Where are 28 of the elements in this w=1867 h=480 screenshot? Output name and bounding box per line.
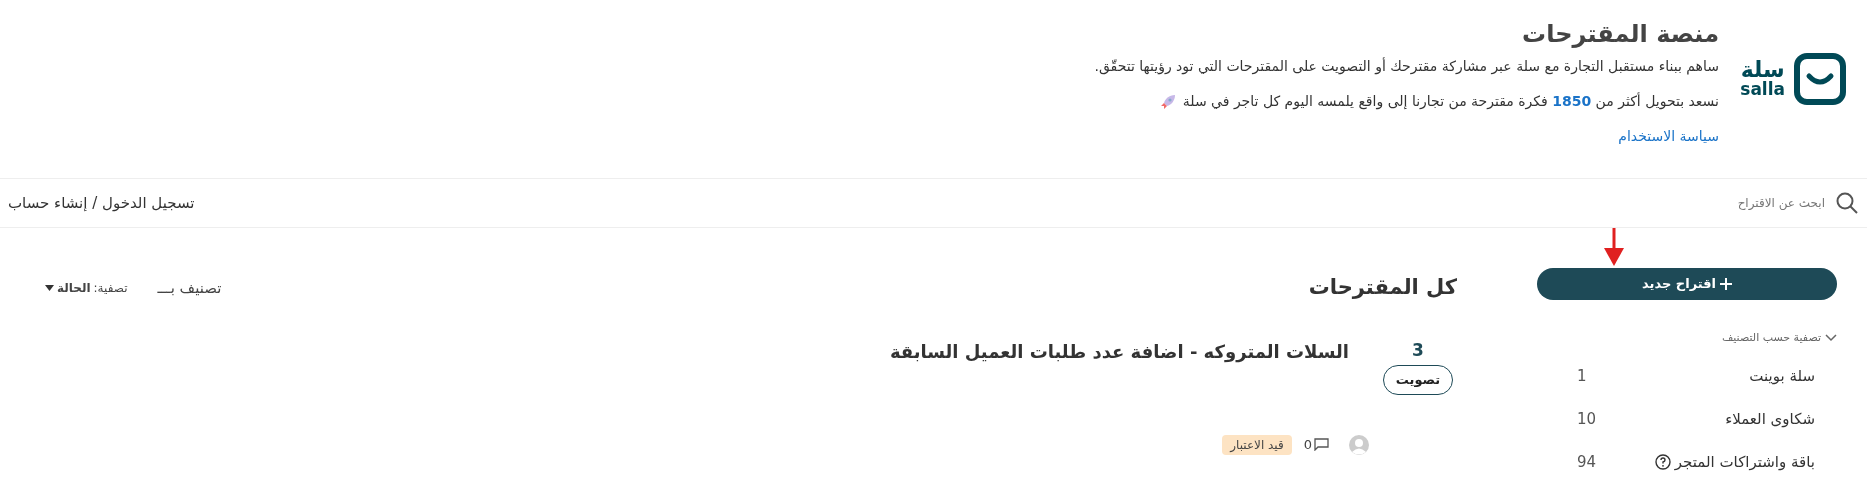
category-count: 1 [1577, 365, 1587, 387]
page-title: منصة المقترحات [1521, 19, 1719, 50]
category-filter-toggle[interactable]: تصفية حسب التصنيف [1537, 330, 1837, 347]
avatar-icon [1349, 434, 1369, 455]
description-text: ساهم ببناء مستقبل التجارة مع سلة عبر مشاركة مقترحك أو التصويت على المقترحات التي تود رؤيتها تتحقّق. [1094, 56, 1719, 77]
plus-icon [1720, 278, 1732, 290]
search-icon[interactable] [1835, 191, 1859, 215]
section-title: كل المقترحات [1308, 274, 1457, 301]
usage-policy-link[interactable]: سياسة الاستخدام [1618, 126, 1719, 147]
category-count: 94 [1577, 451, 1597, 473]
comment-count: 0 [1303, 435, 1312, 454]
help-icon[interactable] [1654, 454, 1671, 470]
comment-icon [1314, 438, 1329, 451]
category-count: 10 [1577, 408, 1597, 430]
status-filter-dropdown[interactable]: تصفية: الحالة [45, 278, 128, 297]
category-item[interactable]: سلة بوينت [1749, 364, 1815, 388]
chevron-down-icon [1825, 334, 1837, 343]
new-suggestion-button[interactable]: اقتراح جديد [1537, 268, 1837, 300]
status-tag: قيد الاعتبار [1222, 434, 1292, 455]
search-field[interactable]: ابحث عن الاقتراح [1525, 194, 1825, 212]
suggestion-title[interactable]: السلات المتروكه - اضافة عدد طلبات العميل السابقة [889, 337, 1349, 365]
arrow-icon [1603, 228, 1625, 268]
vote-count: 3 [1412, 338, 1424, 362]
category-item[interactable]: شكاوى العملاء [1725, 407, 1815, 431]
sort-label[interactable]: تصنيف بـــ [157, 276, 222, 299]
category-item[interactable]: باقة واشتراكات المتجر [1674, 450, 1815, 474]
caret-icon [45, 284, 54, 291]
login-signup-link[interactable]: تسجيل الدخول / إنشاء حساب [8, 191, 195, 215]
